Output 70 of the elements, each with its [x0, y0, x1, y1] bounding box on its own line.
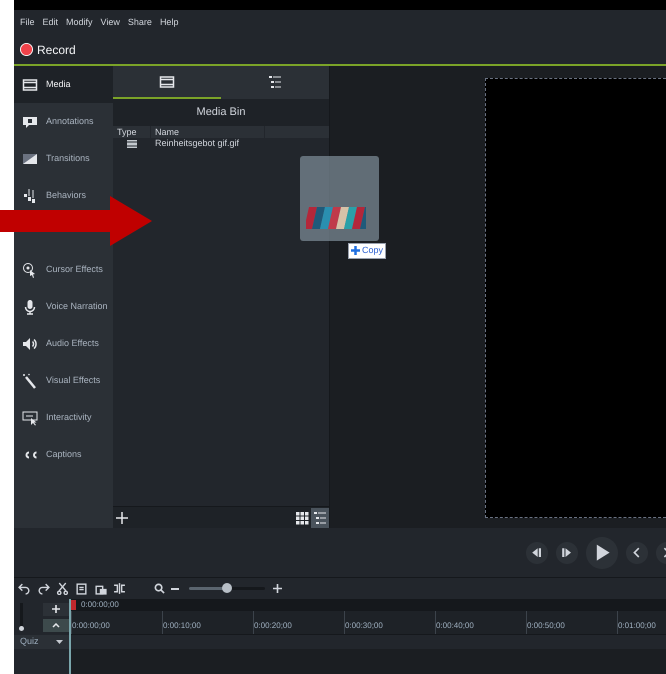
previous-frame-button[interactable]	[526, 542, 548, 564]
next-frame-button[interactable]	[556, 542, 578, 564]
menu-item[interactable]: Help	[160, 16, 178, 30]
undo-icon[interactable]	[18, 582, 31, 595]
column-header[interactable]: Name	[151, 126, 265, 138]
time-label: 0:00:00;00	[72, 620, 111, 632]
plus-icon	[52, 605, 60, 613]
collapse-button[interactable]	[43, 618, 69, 632]
redo-icon[interactable]	[37, 582, 50, 595]
previous-button[interactable]	[626, 542, 648, 564]
tab[interactable]	[113, 66, 221, 99]
step-back-icon	[530, 546, 544, 560]
zoom-slider-thumb[interactable]	[222, 583, 232, 593]
time-label: 0:00:40;00	[436, 620, 475, 632]
interactivity-icon	[22, 410, 38, 426]
dropdown-icon[interactable]	[56, 640, 63, 644]
menu-item[interactable]: Edit	[42, 16, 58, 30]
step-forward-icon	[560, 546, 574, 560]
scissors-icon[interactable]	[56, 582, 69, 595]
zoom-in-button[interactable]	[271, 582, 283, 594]
speaker-icon	[22, 336, 38, 352]
minus-icon	[171, 588, 179, 590]
list-icon	[267, 74, 283, 90]
menu-item[interactable]: View	[100, 16, 120, 30]
behavior-icon	[22, 188, 38, 204]
time-label: 0:00:10;00	[163, 620, 202, 632]
track-label: Quiz	[20, 635, 39, 648]
film-icon	[127, 140, 137, 148]
microphone-icon	[22, 298, 38, 314]
plus-icon	[116, 512, 128, 524]
chevron-up-icon	[52, 622, 60, 628]
sidebar-item[interactable]: Audio Effects	[14, 325, 113, 362]
sidebar-item[interactable]: Interactivity	[14, 399, 113, 436]
copy-badge: Copy	[348, 243, 386, 258]
sidebar-item[interactable]: Captions	[14, 436, 113, 473]
split-icon[interactable]	[113, 582, 126, 595]
list-icon	[312, 510, 328, 526]
time-label: 0:00:20;00	[254, 620, 293, 632]
sidebar-item[interactable]: Behaviors	[14, 177, 113, 214]
record-icon	[20, 43, 33, 56]
view-button[interactable]	[311, 508, 329, 528]
track-height-slider-thumb[interactable]	[19, 626, 24, 631]
sidebar-item[interactable]: Cursor Effects	[14, 251, 113, 288]
plus-icon	[272, 584, 282, 593]
magic-wand-icon	[22, 372, 38, 388]
sidebar-item[interactable]: Annotations	[14, 103, 113, 140]
add-track-button[interactable]	[43, 602, 69, 616]
menu-item[interactable]: Modify	[66, 16, 93, 30]
file-name[interactable]: Reinheitsgebot gif.gif	[151, 137, 240, 151]
panel-title: Media Bin	[113, 99, 329, 126]
sidebar-item[interactable]: Media	[14, 66, 113, 103]
menu-item[interactable]: File	[20, 16, 35, 30]
sidebar-item[interactable]: Transitions	[14, 140, 113, 177]
sidebar-item[interactable]: Voice Narration	[14, 288, 113, 325]
time-label: 0:00:50;00	[527, 620, 566, 632]
grid-icon	[294, 510, 310, 526]
column-header[interactable]: Type	[113, 126, 151, 138]
time-label: 0:01:00;00	[618, 620, 657, 632]
record-button[interactable]: Record	[20, 40, 76, 58]
plus-icon	[351, 246, 360, 256]
menu-item[interactable]: Share	[128, 16, 152, 30]
sidebar-item[interactable]: Visual Effects	[14, 362, 113, 399]
playhead-time: 0:00:00;00	[81, 599, 119, 611]
film-icon	[159, 74, 175, 90]
copy-icon[interactable]	[75, 582, 88, 595]
search-icon	[154, 583, 165, 594]
play-button[interactable]	[586, 536, 618, 568]
playhead-marker[interactable]	[71, 600, 76, 610]
film-icon	[22, 76, 38, 92]
time-label: 0:00:30;00	[345, 620, 384, 632]
